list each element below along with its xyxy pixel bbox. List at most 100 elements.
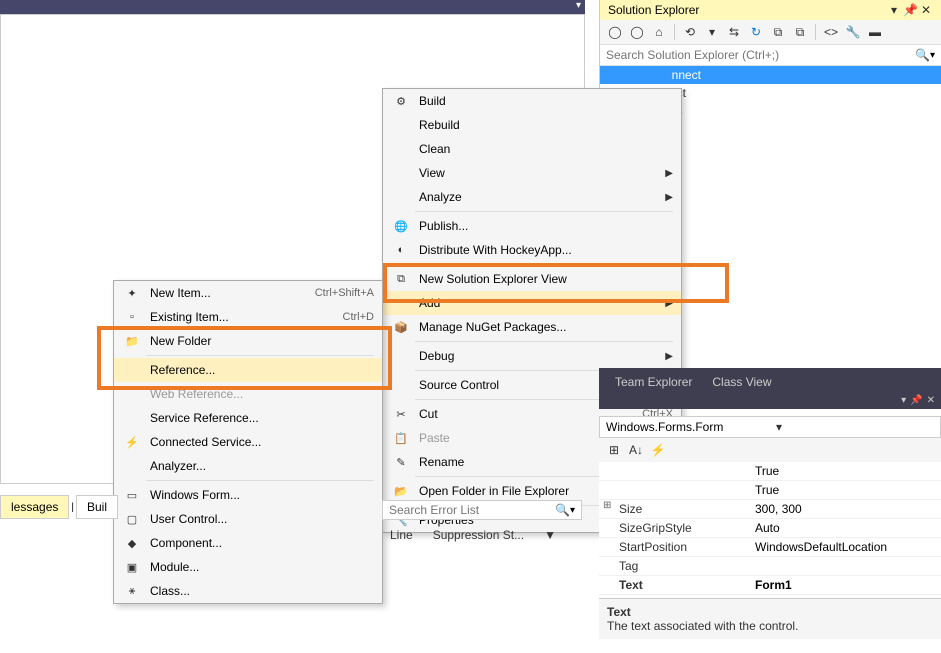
form-icon: ▭ xyxy=(122,487,142,503)
solution-explorer-title: Solution Explorer xyxy=(608,3,699,17)
prop-row-startposition[interactable]: StartPositionWindowsDefaultLocation xyxy=(599,538,941,557)
code-icon[interactable]: <> xyxy=(822,23,840,41)
back-icon[interactable]: ◯ xyxy=(606,23,624,41)
menu-class[interactable]: ⚹Class... xyxy=(114,579,382,603)
preview-icon[interactable]: ▬ xyxy=(866,23,884,41)
menu-view[interactable]: View▶ xyxy=(383,161,681,185)
menu-build[interactable]: ⚙Build xyxy=(383,89,681,113)
properties-toolbar: ⊞ A↓ ⚡ xyxy=(599,438,941,463)
expand-icon[interactable]: ⊞ xyxy=(603,500,611,511)
prop-row-sizegrip[interactable]: SizeGripStyleAuto xyxy=(599,519,941,538)
editor-titlebar: ▾ xyxy=(0,0,585,14)
build-icon: ⚙ xyxy=(391,93,411,109)
properties-object-combo[interactable]: Windows.Forms.Form ▾ xyxy=(599,416,941,438)
tab-class-view[interactable]: Class View xyxy=(702,372,781,392)
menu-rebuild[interactable]: Rebuild xyxy=(383,113,681,137)
pin-icon[interactable]: 📌 xyxy=(903,3,917,17)
solution-explorer-header: Solution Explorer ▾ 📌 ✕ xyxy=(600,0,941,20)
menu-analyze[interactable]: Analyze▶ xyxy=(383,185,681,209)
menu-hockeyapp[interactable]: ◐Distribute With HockeyApp... xyxy=(383,238,681,262)
show-icon[interactable]: ⧉ xyxy=(791,23,809,41)
globe-icon: 🌐 xyxy=(391,218,411,234)
menu-analyzer[interactable]: Analyzer... xyxy=(114,454,382,478)
error-list-columns: Line Suppression St... ▼ xyxy=(382,526,564,544)
close-icon[interactable]: ✕ xyxy=(927,395,935,406)
menu-windows-form[interactable]: ▭Windows Form... xyxy=(114,483,382,507)
col-suppression[interactable]: Suppression St... xyxy=(425,526,532,544)
prop-row[interactable]: True xyxy=(599,462,941,481)
connected-icon: ⚡ xyxy=(122,434,142,450)
component-icon: ◆ xyxy=(122,535,142,551)
paste-icon: 📋 xyxy=(391,430,411,446)
menu-service-reference[interactable]: Service Reference... xyxy=(114,406,382,430)
tab-team-explorer[interactable]: Team Explorer xyxy=(605,372,702,392)
highlight-reference xyxy=(97,326,392,390)
rename-icon: ✎ xyxy=(391,454,411,470)
class-icon: ⚹ xyxy=(122,583,142,599)
usercontrol-icon: ▢ xyxy=(122,511,142,527)
col-line[interactable]: Line xyxy=(382,526,421,544)
dropdown-icon[interactable]: ▾ xyxy=(901,395,906,406)
search-dropdown-icon[interactable]: ▾ xyxy=(930,50,935,61)
help-desc: The text associated with the control. xyxy=(607,619,933,633)
module-icon: ▣ xyxy=(122,559,142,575)
refresh-back-icon[interactable]: ⇆ xyxy=(725,23,743,41)
properties-icon[interactable]: 🔧 xyxy=(844,23,862,41)
menu-clean[interactable]: Clean xyxy=(383,137,681,161)
categorized-icon[interactable]: ⊞ xyxy=(605,441,623,459)
nuget-icon: 📦 xyxy=(391,319,411,335)
refresh-icon[interactable]: ↻ xyxy=(747,23,765,41)
menu-nuget[interactable]: 📦Manage NuGet Packages... xyxy=(383,315,681,339)
collapse-icon[interactable]: ⧉ xyxy=(769,23,787,41)
menu-component[interactable]: ◆Component... xyxy=(114,531,382,555)
error-search-input[interactable] xyxy=(389,503,555,517)
pin-icon[interactable]: 📌 xyxy=(910,395,922,406)
menu-debug[interactable]: Debug▶ xyxy=(383,344,681,368)
sync-icon[interactable]: ⟲ xyxy=(681,23,699,41)
properties-object-label: Windows.Forms.Form xyxy=(600,417,770,437)
menu-publish[interactable]: 🌐Publish... xyxy=(383,214,681,238)
tab-sep-icon: | xyxy=(71,502,74,513)
solution-search-box[interactable]: 🔍 ▾ xyxy=(600,45,941,66)
home-icon[interactable]: ⌂ xyxy=(650,23,668,41)
highlight-add xyxy=(383,263,729,303)
menu-module[interactable]: ▣Module... xyxy=(114,555,382,579)
properties-grid[interactable]: True True ⊞Size300, 300 SizeGripStyleAut… xyxy=(599,462,941,595)
events-icon[interactable]: ⚡ xyxy=(649,441,667,459)
forward-icon[interactable]: ◯ xyxy=(628,23,646,41)
prop-row-size[interactable]: ⊞Size300, 300 xyxy=(599,500,941,519)
menu-user-control[interactable]: ▢User Control... xyxy=(114,507,382,531)
properties-window-controls: ▾ 📌 ✕ xyxy=(599,392,941,409)
cut-icon: ✂ xyxy=(391,406,411,422)
pending-icon[interactable]: ▾ xyxy=(703,23,721,41)
solution-search-input[interactable] xyxy=(606,48,915,62)
tree-item-selected[interactable]: nnect xyxy=(600,66,941,84)
right-tool-tabs: Team Explorer Class View xyxy=(599,368,941,392)
close-icon[interactable]: ✕ xyxy=(919,3,933,17)
submenu-arrow-icon: ▶ xyxy=(665,168,673,179)
prop-row-showintaskbar[interactable]: True xyxy=(599,481,941,500)
dropdown-icon[interactable]: ▾ xyxy=(887,3,901,17)
submenu-arrow-icon: ▶ xyxy=(665,351,673,362)
alphabetical-icon[interactable]: A↓ xyxy=(627,441,645,459)
solution-explorer-toolbar: ◯ ◯ ⌂ ⟲ ▾ ⇆ ↻ ⧉ ⧉ <> 🔧 ▬ xyxy=(600,20,941,45)
menu-connected-service[interactable]: ⚡Connected Service... xyxy=(114,430,382,454)
menu-new-item[interactable]: ✦New Item...Ctrl+Shift+A xyxy=(114,281,382,305)
existing-item-icon: ▫ xyxy=(122,309,142,325)
combo-dropdown-icon[interactable]: ▾ xyxy=(770,417,940,437)
new-item-icon: ✦ xyxy=(122,285,142,301)
filter-icon[interactable]: ▼ xyxy=(536,526,564,544)
folder-open-icon: 📂 xyxy=(391,483,411,499)
bottom-tabs: lessages | Buil xyxy=(0,495,118,519)
messages-tab[interactable]: lessages xyxy=(0,495,69,519)
error-list-search[interactable]: 🔍 ▾ xyxy=(382,500,582,520)
prop-row-text[interactable]: TextForm1 xyxy=(599,576,941,595)
submenu-arrow-icon: ▶ xyxy=(665,192,673,203)
properties-help: Text The text associated with the contro… xyxy=(599,598,941,639)
build-tab[interactable]: Buil xyxy=(76,495,118,519)
prop-row-tag[interactable]: Tag xyxy=(599,557,941,576)
search-icon[interactable]: 🔍 xyxy=(555,503,570,517)
search-icon[interactable]: 🔍 xyxy=(915,48,930,62)
editor-menu-dropdown-icon[interactable]: ▾ xyxy=(576,0,581,11)
search-dropdown-icon[interactable]: ▾ xyxy=(570,505,575,516)
